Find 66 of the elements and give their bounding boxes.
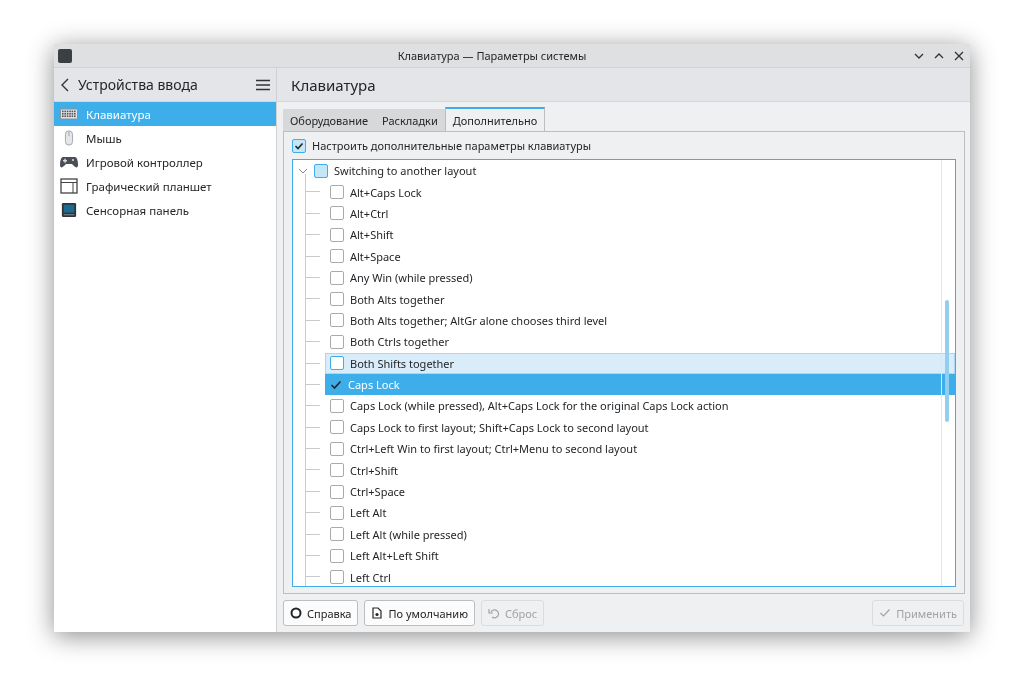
checkbox[interactable]	[330, 570, 344, 585]
group-icon	[314, 163, 328, 178]
sidebar-item[interactable]: Сенсорная панель	[54, 198, 276, 222]
checkbox[interactable]	[330, 548, 344, 563]
checkbox[interactable]	[330, 399, 344, 413]
back-icon[interactable]	[60, 77, 70, 92]
checkmark-icon[interactable]	[330, 378, 342, 391]
checkbox[interactable]	[330, 227, 344, 242]
checkbox[interactable]	[330, 334, 344, 349]
checkbox[interactable]	[330, 441, 344, 456]
gamepad-icon	[60, 154, 78, 170]
tree-group-label[interactable]: Switching to another layout	[334, 163, 477, 179]
tree-item[interactable]: Left Alt (while pressed)	[325, 523, 955, 546]
checkbox[interactable]	[330, 249, 344, 264]
action-button[interactable]: Справка	[283, 600, 359, 626]
scrollbar-thumb[interactable]	[945, 300, 949, 422]
checkbox-label: Настроить дополнительные параметры клавиатуры	[312, 138, 592, 153]
checkbox[interactable]	[330, 484, 344, 499]
tree-item[interactable]: Alt+Shift	[325, 224, 955, 246]
tree-item[interactable]: Ctrl+Left Win to first layout; Ctrl+Menu to second layout	[325, 438, 955, 460]
tree-item[interactable]: Caps Lock (while pressed), Alt+Caps Lock for the original Caps Lock action	[325, 395, 955, 417]
tree-item[interactable]: Left Ctrl	[325, 566, 955, 586]
sidebar-title: Устройства ввода	[78, 75, 199, 94]
tree-item[interactable]: Left Alt	[325, 502, 955, 524]
checkbox[interactable]	[330, 356, 344, 371]
sidebar-item[interactable]: Графический планшет	[54, 174, 276, 198]
tree-item[interactable]: Both Shifts together	[325, 352, 955, 374]
tree-item[interactable]: Ctrl+Shift	[325, 459, 955, 481]
tree-item[interactable]: Alt+Caps Lock	[325, 181, 955, 203]
page-title: Клавиатура	[291, 74, 376, 95]
tree-item[interactable]: Both Ctrls together	[325, 331, 955, 353]
checkbox[interactable]	[330, 185, 344, 200]
lifebuoy-icon	[290, 607, 302, 619]
tab[interactable]: Раскладки	[375, 109, 445, 131]
checkbox[interactable]	[330, 463, 344, 478]
tree-item[interactable]: Left Alt+Left Shift	[325, 545, 955, 567]
tree-item[interactable]: Alt+Space	[325, 245, 955, 267]
checkbox[interactable]	[330, 206, 344, 221]
action-button[interactable]: По умолчанию	[364, 600, 475, 626]
tablet-icon	[60, 178, 78, 194]
checkbox[interactable]	[330, 270, 344, 285]
app-icon	[58, 48, 72, 63]
checkbox[interactable]	[330, 420, 344, 435]
checkmark-icon	[294, 140, 304, 151]
keyboard-icon	[60, 106, 78, 122]
document-icon	[371, 607, 384, 619]
tab[interactable]: Дополнительно	[444, 107, 546, 131]
window-title: Клавиатура — Параметры системы	[396, 48, 588, 63]
tree-item[interactable]: Both Alts together	[325, 288, 955, 310]
undo-icon	[487, 607, 500, 619]
touchpad-icon	[60, 202, 78, 218]
menu-icon[interactable]	[256, 78, 270, 91]
checkbox[interactable]	[330, 505, 344, 520]
tree-item[interactable]: Alt+Ctrl	[325, 202, 955, 225]
tree-item[interactable]: Both Alts together; AltGr alone chooses third level	[325, 309, 955, 332]
sidebar-item[interactable]: Игровой контроллер	[54, 150, 276, 174]
checkbox[interactable]	[292, 138, 306, 153]
checkmark-icon	[879, 607, 892, 619]
tree-item[interactable]: Caps Lock to first layout; Shift+Caps Lock to second layout	[325, 416, 955, 439]
tree-item[interactable]: Ctrl+Space	[325, 480, 955, 503]
checkbox[interactable]	[330, 527, 344, 542]
tab[interactable]: Оборудование	[283, 109, 376, 131]
tree-item[interactable]: Any Win (while pressed)	[325, 266, 955, 289]
checkbox[interactable]	[330, 292, 344, 307]
sidebar-item[interactable]: Мышь	[54, 126, 276, 150]
checkbox[interactable]	[330, 313, 344, 328]
